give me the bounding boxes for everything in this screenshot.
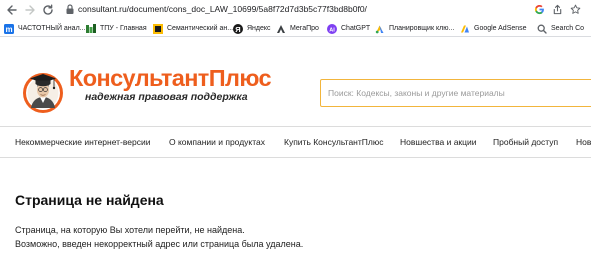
nav-item-buy[interactable]: Купить КонсультантПлюс (284, 137, 383, 147)
bookmark-search-console-icon (537, 24, 547, 34)
back-arrow-icon (7, 5, 17, 15)
bookmark-item[interactable]: AI ChatGPT (327, 22, 370, 35)
bookmark-megapro-icon (276, 24, 286, 34)
bookmark-item[interactable]: m ЧАСТОТНЫЙ анал... (4, 22, 85, 35)
search-input[interactable] (328, 80, 591, 105)
bookmark-label: ЧАСТОТНЫЙ анал... (18, 25, 86, 32)
nav-item-about[interactable]: О компании и продуктах (169, 137, 265, 147)
bookmark-item[interactable]: Семантический ан... (153, 22, 233, 35)
site-logo[interactable]: КонсультантПлюс надежная правовая поддер… (14, 58, 272, 116)
address-bar[interactable]: consultant.ru/document/cons_doc_LAW_1069… (78, 4, 367, 14)
bookmark-chatgpt-icon: AI (327, 23, 337, 34)
svg-text:AI: AI (329, 27, 335, 33)
main-nav: Некоммерческие интернет-версии О компани… (0, 126, 591, 158)
bookmark-yandex-icon: Я (233, 23, 243, 34)
nav-item-noncommercial[interactable]: Некоммерческие интернет-версии (15, 137, 151, 147)
forward-arrow-icon (25, 5, 35, 15)
nav-item-new[interactable]: Нов (576, 137, 591, 147)
brand-name: КонсультантПлюс (69, 65, 272, 91)
bookmark-label: Планировщик клю... (389, 25, 455, 32)
bookmark-item[interactable]: Я Яндекс (233, 22, 271, 35)
bookmark-item[interactable]: Планировщик клю... (375, 22, 454, 35)
nav-item-trial[interactable]: Пробный доступ (493, 137, 558, 147)
back-button[interactable] (4, 2, 20, 18)
bookmark-label: Семантический ан... (167, 25, 234, 32)
bookmark-label: ТПУ - Главная (100, 25, 147, 32)
reload-button[interactable] (40, 2, 56, 18)
bookmark-label: ChatGPT (341, 25, 371, 32)
bookmark-item[interactable]: МегаПро (276, 22, 319, 35)
bookmark-keyword-planner-icon (375, 24, 385, 34)
bookmark-star-button[interactable] (569, 3, 582, 16)
bookmark-m-icon: m (4, 23, 14, 34)
google-g-icon (534, 4, 544, 15)
page-title: Страница не найдена (15, 192, 164, 208)
svg-text:m: m (5, 24, 12, 33)
bookmark-item[interactable]: ТПУ - Главная (86, 22, 147, 35)
bookmark-label: Search Co (551, 25, 585, 32)
share-button[interactable] (551, 3, 564, 16)
lock-icon[interactable] (65, 4, 75, 15)
scholar-logo-icon (23, 73, 63, 113)
bookmark-item[interactable]: Search Co (537, 22, 584, 35)
bookmark-item[interactable]: Google AdSense (460, 22, 527, 35)
svg-text:Я: Я (235, 25, 240, 34)
bookmark-label: Google AdSense (474, 25, 527, 32)
browser-toolbar: consultant.ru/document/cons_doc_LAW_1069… (0, 0, 591, 20)
forward-button[interactable] (22, 2, 38, 18)
bookmark-adsense-icon (460, 24, 470, 34)
bookmark-label: Яндекс (247, 25, 271, 32)
google-lens-button[interactable] (533, 3, 546, 16)
bookmarks-bar: m ЧАСТОТНЫЙ анал... ТПУ - Главная Семант… (0, 20, 591, 37)
site-search[interactable] (320, 79, 591, 107)
bookmark-tpu-icon (86, 23, 96, 34)
bookmark-label: МегаПро (290, 25, 319, 32)
bookmark-semantic-icon (153, 23, 163, 34)
reload-icon (43, 4, 53, 15)
nav-item-news[interactable]: Новшества и акции (400, 137, 477, 147)
brand-tagline: надежная правовая поддержка (85, 91, 248, 103)
error-message-line: Страница, на которую Вы хотели перейти, … (15, 225, 245, 235)
error-message-line: Возможно, введен некорректный адрес или … (15, 239, 304, 249)
share-icon (553, 4, 562, 15)
star-icon (570, 4, 581, 14)
